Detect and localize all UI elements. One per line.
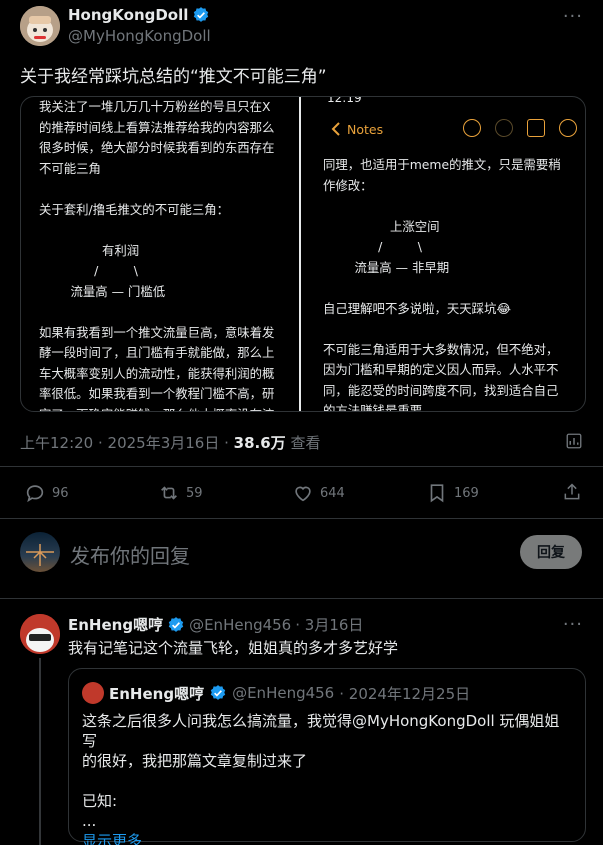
tweet-time[interactable]: 上午12:20 · 2025年3月16日 · [20,434,234,452]
note-line [39,220,279,241]
note-line: 有利润 [39,242,140,258]
notes-back: Notes [331,121,383,137]
note-line: 同理，也适用于meme的推文，只是需要稍 [323,157,561,172]
image-left-note: 我关注了一堆几万几十万粉丝的号且只在X 的推荐时间线上看算法推荐给我的内容那么 很多… [21,97,297,412]
more-circle-icon [559,119,577,137]
share-icon [564,483,580,500]
more-options-icon[interactable]: ··· [563,6,583,27]
note-line: 自己理解吧不多说啦，天天踩坑😂 [323,300,511,316]
note-line: / \ [39,263,138,278]
verified-badge-icon [194,7,209,22]
retweet-count: 59 [186,485,203,501]
retweet-action[interactable]: 59 [158,482,203,504]
note-line [323,196,575,217]
note-line: 流量高 — 门槛低 [39,283,166,299]
note-line [39,302,279,323]
tweet-text: 关于我经常踩坑总结的“推文不可能三角” [20,67,327,87]
quote-author-avatar [82,682,104,704]
author-name[interactable]: HongKongDoll [68,6,188,24]
show-more-link[interactable]: 显示更多 [82,831,572,845]
quote-line: 这条之后很多人问我怎么搞流量，我觉得@MyHongKongDoll 玩偶姐姐写 [82,712,560,750]
image-divider [299,97,301,411]
redo-icon [495,119,513,137]
reply-icon [26,485,44,503]
note-line: 率很低。如果我看到一个教程门槛不高，研 [39,386,275,401]
note-line: 因为门槛和早期的定义因人而异。人水平不 [323,362,559,377]
note-line: 我关注了一堆几万几十万粉丝的号且只在X [39,99,271,114]
thread-line [39,658,41,845]
note-line: 酵一段时间了，且门槛有手就能做，那么上 [39,345,275,360]
reply-button[interactable]: 回复 [520,535,582,569]
like-count: 644 [320,485,345,501]
reply-author-handle[interactable]: @EnHeng456 [189,616,291,634]
quote-author-name: EnHeng嗯哼 [109,684,205,703]
divider-line [0,518,603,519]
note-line: 不可能三角适用于大多数情况，但不绝对， [323,341,559,357]
undo-icon [463,119,481,137]
reply-author-avatar[interactable] [20,614,60,654]
divider-line [0,466,603,467]
quoted-tweet[interactable]: EnHeng嗯哼 @EnHeng456 · 2024年12月25日 这条之后很多… [68,668,586,845]
author-name-row[interactable]: HongKongDoll [68,6,210,24]
quote-body: 这条之后很多人问我怎么搞流量，我觉得@MyHongKongDoll 玩偶姐姐写 … [82,711,572,845]
notes-toolbar [463,119,577,137]
tweet-image[interactable]: 我关注了一堆几万几十万粉丝的号且只在X 的推荐时间线上看算法推荐给我的内容那么 很多… [20,96,586,412]
reply-count: 96 [52,485,69,501]
right-note-text: 同理，也适用于meme的推文，只是需要稍 作修改： 上涨空间 / \ 流量高 — … [323,155,575,412]
analytics-icon[interactable] [565,432,583,450]
verified-badge-icon [168,616,184,632]
note-line: / \ [323,239,422,254]
note-line: 的方法赚钱最重要... [323,403,434,412]
tweet-meta: 上午12:20 · 2025年3月16日 · 38.6万 查看 [20,432,320,453]
current-user-avatar[interactable] [20,532,60,572]
image-right-note: 12:19 Notes 同理，也适用于meme的推文，只是需要稍 作修改： 上涨空… [303,96,585,412]
reply-header: EnHeng嗯哼 @EnHeng456 · 3月16日 [68,614,363,635]
note-line: 作修改： [323,177,373,193]
note-line: 车大概率变别人的流动性，能获得利润的概 [39,365,275,381]
note-line [323,278,575,299]
note-line: 的推荐时间线上看算法推荐给我的内容那么 [39,119,275,135]
note-line: 关于套利/撸毛推文的不可能三角： [39,201,230,217]
note-line: 如果有我看到一个推文流量巨高，意味着发 [39,324,275,340]
reply-text: 我有记笔记这个流量飞轮，姐姐真的多才多艺好学 [68,639,399,657]
note-line: 很多时候，绝大部分时候我看到的东西存在 [39,140,275,155]
divider-line [0,598,603,599]
reply-date[interactable]: · 3月16日 [295,614,363,635]
quote-line: 的很好，我把那篇文章复制过来了 [82,752,308,770]
quote-date: · 2024年12月25日 [339,684,471,703]
view-count: 38.6万 [233,434,286,452]
views-label: 查看 [285,434,321,452]
notes-label: Notes [347,121,384,137]
retweet-icon [161,486,177,500]
quote-line: 已知: [82,792,118,810]
share-icon [527,119,545,137]
note-line [39,179,279,200]
quote-line: ... [82,812,97,830]
quote-header: EnHeng嗯哼 @EnHeng456 · 2024年12月25日 [82,682,470,704]
like-action[interactable]: 644 [292,482,345,504]
bookmark-count: 169 [454,485,479,501]
note-line: 同，能忍受的时间跨度不同，找到适合自己 [323,382,559,398]
note-line: 流量高 — 非早期 [323,259,450,275]
bookmark-icon [430,484,444,503]
note-line: 不可能三角 [39,160,101,176]
phone-status-time: 12:19 [327,96,362,105]
author-handle[interactable]: @MyHongKongDoll [68,27,211,45]
share-action[interactable] [562,482,582,502]
quote-author-handle: @EnHeng456 [232,684,335,702]
heart-icon [295,486,311,502]
chevron-left-icon [331,122,340,136]
note-line: 究了一下确实能赚钱，那么他大概率没有流 [39,405,279,412]
note-line: 上涨空间 [323,218,440,234]
note-line [323,319,575,340]
reply-author-name[interactable]: EnHeng嗯哼 [68,614,163,635]
verified-badge-icon [210,685,226,700]
more-options-icon[interactable]: ··· [563,614,583,635]
bookmark-action[interactable]: 169 [426,482,479,504]
reply-action[interactable]: 96 [24,482,69,504]
reply-input[interactable]: 发布你的回复 [70,540,190,569]
author-avatar[interactable] [20,6,60,46]
